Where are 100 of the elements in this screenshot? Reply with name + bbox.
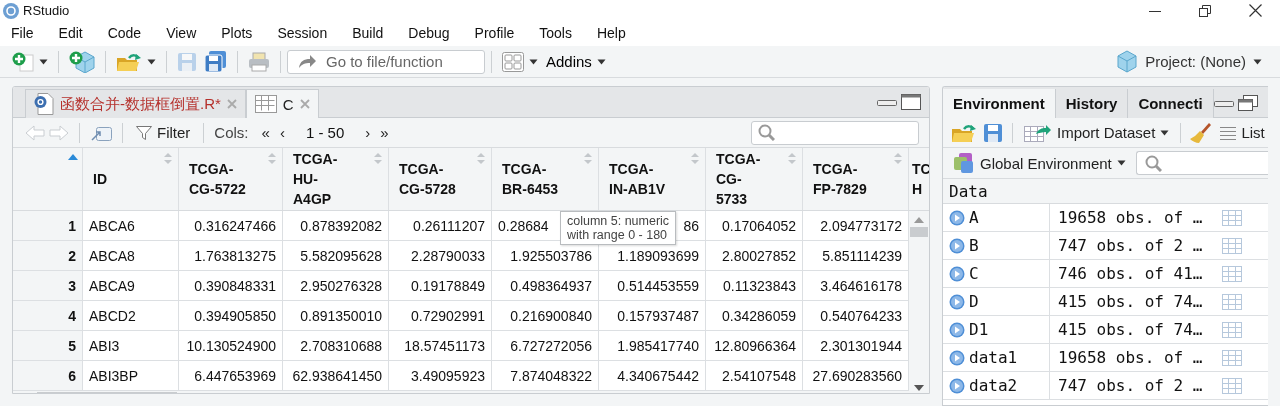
project-icon: [69, 50, 95, 73]
menu-item[interactable]: File: [3, 24, 42, 41]
object-name[interactable]: D1: [969, 320, 989, 339]
caret-icon[interactable]: [1160, 129, 1170, 136]
list-view-button[interactable]: List: [1218, 124, 1267, 141]
broom-icon[interactable]: [1190, 121, 1213, 144]
object-name[interactable]: B: [969, 236, 979, 255]
column-header[interactable]: TCGA- CG-5722: [189, 159, 246, 199]
sort-icon[interactable]: [164, 153, 172, 164]
caret-icon[interactable]: [1253, 58, 1262, 65]
sort-icon[interactable]: [691, 153, 699, 164]
object-name[interactable]: C: [969, 264, 979, 283]
sort-ascending-icon[interactable]: [68, 154, 78, 160]
table-cell: 0.19178849: [389, 271, 492, 300]
column-header[interactable]: TCGA- HU- A4GP: [293, 149, 338, 209]
filter-button[interactable]: Filter: [133, 124, 194, 141]
caret-icon[interactable]: [39, 58, 48, 65]
search-field[interactable]: [1135, 151, 1268, 175]
search-field[interactable]: [751, 120, 919, 145]
table-cell: 0.394905850: [179, 301, 283, 330]
table-icon[interactable]: [1222, 265, 1242, 282]
restore-pane-icon[interactable]: [1238, 95, 1258, 111]
filter-icon: [136, 124, 152, 141]
restore-icon[interactable]: [1199, 4, 1211, 17]
import-dataset-button[interactable]: Import Dataset: [1022, 123, 1172, 142]
table-icon[interactable]: [1222, 377, 1242, 394]
close-icon[interactable]: [1249, 4, 1262, 18]
previous-columns-button[interactable]: ‹: [276, 124, 288, 141]
object-value: 747 obs. of 2 …: [1057, 376, 1204, 395]
save-icon[interactable]: [983, 122, 1003, 143]
first-columns-button[interactable]: «: [258, 124, 273, 141]
column-header[interactable]: TCGA- BR-6453: [502, 159, 559, 199]
menu-item[interactable]: Plots: [213, 24, 261, 41]
table-cell: 6.447653969: [179, 361, 283, 390]
sort-icon[interactable]: [584, 153, 592, 164]
caret-icon[interactable]: [596, 58, 606, 65]
expand-icon[interactable]: [949, 209, 965, 226]
expand-icon[interactable]: [949, 349, 965, 366]
table-icon[interactable]: [1222, 321, 1242, 338]
maximize-pane-icon[interactable]: [901, 94, 921, 110]
pane-tab[interactable]: History: [1055, 89, 1129, 118]
object-name[interactable]: data2: [969, 376, 1018, 395]
table-cell: 1.985417740: [599, 331, 706, 360]
menu-item[interactable]: Edit: [50, 24, 91, 41]
menu-item[interactable]: Session: [269, 24, 336, 41]
r-script-icon: [34, 93, 54, 115]
cols-label: Cols:: [214, 124, 249, 141]
object-name[interactable]: D: [969, 292, 979, 311]
vertical-scrollbar[interactable]: [909, 211, 929, 391]
menu-item[interactable]: Debug: [400, 24, 458, 41]
table-icon[interactable]: [1222, 293, 1242, 310]
scrollbar-thumb[interactable]: [910, 227, 928, 237]
last-columns-button[interactable]: »: [377, 124, 392, 141]
expand-icon[interactable]: [949, 321, 965, 338]
search-icon: [1144, 154, 1162, 172]
table-cell: 0.72902991: [389, 301, 492, 330]
sort-icon[interactable]: [894, 153, 902, 164]
column-header[interactable]: TCGA- CG- 5733: [716, 149, 761, 209]
table-cell: 5.582095628: [283, 241, 389, 270]
table-cell: 0.498364937: [492, 271, 599, 300]
goto-field[interactable]: Go to file/function: [287, 49, 485, 74]
editor-tab[interactable]: C: [245, 89, 319, 118]
object-name[interactable]: A: [969, 208, 979, 227]
expand-icon[interactable]: [949, 377, 965, 394]
menu-item[interactable]: Profile: [466, 24, 523, 41]
expand-icon[interactable]: [949, 237, 965, 254]
next-columns-button[interactable]: ›: [362, 124, 374, 141]
pane-tab[interactable]: Environment: [943, 89, 1056, 118]
menu-item[interactable]: Code: [99, 24, 150, 41]
folder-icon[interactable]: [951, 122, 977, 143]
scroll-up-icon[interactable]: [914, 217, 924, 223]
sort-icon[interactable]: [788, 153, 796, 164]
list-icon: [1220, 125, 1237, 140]
caret-icon[interactable]: [529, 58, 538, 65]
menu-item[interactable]: Help: [588, 24, 634, 41]
editor-tab[interactable]: 函数合并-数据框倒置.R*: [25, 89, 246, 118]
column-header[interactable]: TCGA- CG-5728: [399, 159, 456, 199]
menu-item[interactable]: Tools: [531, 24, 580, 41]
project-menu[interactable]: Project: (None): [1110, 49, 1268, 75]
table-cell: 0.878392082: [283, 211, 389, 240]
sort-icon[interactable]: [374, 153, 382, 164]
table-icon[interactable]: [1222, 209, 1242, 226]
menu-item[interactable]: View: [158, 24, 205, 41]
sort-icon[interactable]: [268, 153, 276, 164]
expand-icon[interactable]: [949, 265, 965, 282]
table-icon[interactable]: [1222, 237, 1242, 254]
column-header[interactable]: TCGA- IN-AB1V: [609, 159, 665, 199]
table-icon: [254, 95, 277, 113]
object-name[interactable]: data1: [969, 348, 1018, 367]
table-icon[interactable]: [1222, 349, 1242, 366]
row-number: 2: [13, 241, 83, 270]
column-header[interactable]: ID: [93, 169, 107, 189]
pane-tab[interactable]: Connecti: [1128, 89, 1214, 118]
addins-menu[interactable]: Addins: [542, 51, 610, 73]
column-header[interactable]: TCGA- FP-7829: [813, 159, 867, 199]
expand-icon[interactable]: [949, 293, 965, 310]
caret-icon[interactable]: [147, 58, 156, 65]
menu-item[interactable]: Build: [344, 24, 392, 41]
sort-icon[interactable]: [477, 153, 485, 164]
caret-icon[interactable]: [1116, 160, 1126, 166]
